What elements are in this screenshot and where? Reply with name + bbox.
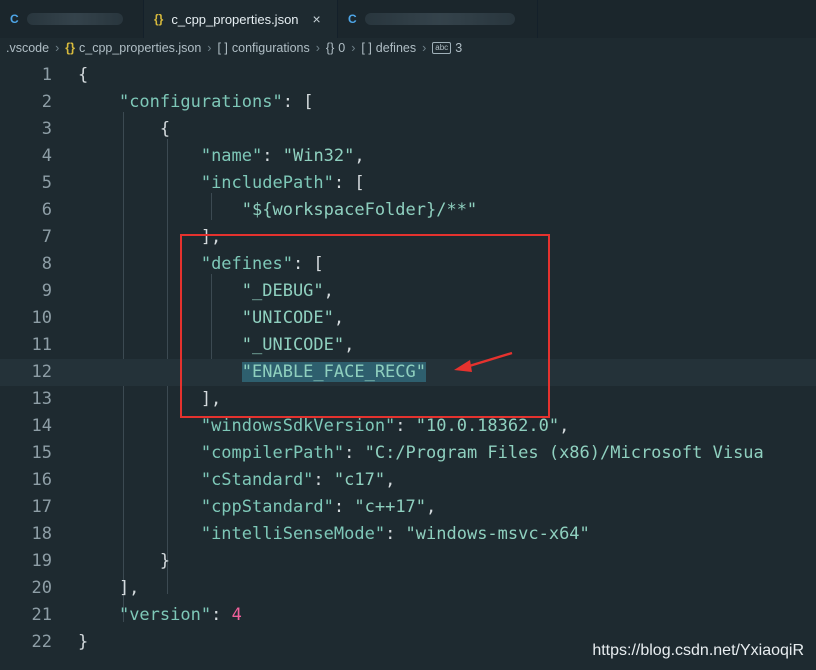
close-icon[interactable]: × xyxy=(313,11,321,27)
c-file-icon: C xyxy=(10,12,19,26)
code-line[interactable]: 15 "compilerPath": "C:/Program Files (x8… xyxy=(0,440,816,467)
tab-blurred-2[interactable]: C xyxy=(338,0,538,38)
line-number: 19 xyxy=(31,551,52,571)
code-text[interactable]: "version": 4 xyxy=(78,602,242,629)
line-number: 15 xyxy=(31,443,52,463)
line-number: 14 xyxy=(31,416,52,436)
code-text[interactable]: } xyxy=(78,548,170,575)
c-file-icon: C xyxy=(348,12,357,26)
code-line[interactable]: 3 { xyxy=(0,116,816,143)
breadcrumb-item-configurations[interactable]: configurations xyxy=(232,41,310,55)
tab-label: c_cpp_properties.json xyxy=(171,11,299,27)
watermark: https://blog.csdn.net/YxiaoqiR xyxy=(592,642,804,659)
line-number: 3 xyxy=(41,119,52,139)
line-number: 8 xyxy=(41,254,52,274)
annotation-box xyxy=(180,234,550,418)
code-line[interactable]: 17 "cppStandard": "c++17", xyxy=(0,494,816,521)
code-line[interactable]: 19 } xyxy=(0,548,816,575)
code-text[interactable]: { xyxy=(78,62,88,89)
line-number: 5 xyxy=(41,173,52,193)
code-line[interactable]: 16 "cStandard": "c17", xyxy=(0,467,816,494)
line-number: 9 xyxy=(41,281,52,301)
tab-c-cpp-properties[interactable]: {} c_cpp_properties.json × xyxy=(144,0,338,38)
code-line[interactable]: 2 "configurations": [ xyxy=(0,89,816,116)
code-text[interactable]: "cppStandard": "c++17", xyxy=(78,494,436,521)
code-text[interactable]: "compilerPath": "C:/Program Files (x86)/… xyxy=(78,440,764,467)
string-icon: abc xyxy=(432,42,452,54)
code-text[interactable]: } xyxy=(78,629,88,656)
line-number: 20 xyxy=(31,578,52,598)
code-text[interactable]: "name": "Win32", xyxy=(78,143,365,170)
line-number: 6 xyxy=(41,200,52,220)
tab-bar: C {} c_cpp_properties.json × C xyxy=(0,0,816,38)
object-icon: {} xyxy=(325,41,335,55)
code-text[interactable]: "cStandard": "c17", xyxy=(78,467,396,494)
code-line[interactable]: 20 ], xyxy=(0,575,816,602)
line-number: 4 xyxy=(41,146,52,166)
code-line[interactable]: 18 "intelliSenseMode": "windows-msvc-x64… xyxy=(0,521,816,548)
tab-label-blurred xyxy=(26,13,123,25)
breadcrumb-item-index[interactable]: 0 xyxy=(338,41,345,55)
code-text[interactable]: "intelliSenseMode": "windows-msvc-x64" xyxy=(78,521,590,548)
chevron-right-icon: › xyxy=(422,41,427,55)
code-text[interactable]: ], xyxy=(78,575,139,602)
chevron-right-icon: › xyxy=(207,41,212,55)
line-number: 10 xyxy=(31,308,52,328)
line-number: 2 xyxy=(41,92,52,112)
code-line[interactable]: 5 "includePath": [ xyxy=(0,170,816,197)
line-number: 1 xyxy=(41,65,52,85)
breadcrumb-item-defines[interactable]: defines xyxy=(376,41,416,55)
breadcrumb-item-file[interactable]: c_cpp_properties.json xyxy=(79,41,201,55)
line-number: 13 xyxy=(31,389,52,409)
line-number: 21 xyxy=(31,605,52,625)
array-icon: [ ] xyxy=(217,41,228,55)
chevron-right-icon: › xyxy=(55,41,60,55)
tab-label-blurred xyxy=(364,13,515,25)
annotation-arrow-icon xyxy=(454,351,513,372)
line-number: 11 xyxy=(31,335,52,355)
array-icon: [ ] xyxy=(361,41,372,55)
breadcrumb: .vscode › {} c_cpp_properties.json › [ ]… xyxy=(0,38,816,58)
line-number: 7 xyxy=(41,227,52,247)
breadcrumb-item-vscode[interactable]: .vscode xyxy=(6,41,49,55)
json-icon: {} xyxy=(65,41,75,55)
line-number: 16 xyxy=(31,470,52,490)
line-number: 22 xyxy=(31,632,52,652)
json-icon: {} xyxy=(154,12,164,26)
code-line[interactable]: 21 "version": 4 xyxy=(0,602,816,629)
code-line[interactable]: 6 "${workspaceFolder}/**" xyxy=(0,197,816,224)
tab-blurred-1[interactable]: C xyxy=(0,0,144,38)
line-number: 12 xyxy=(31,362,52,382)
code-line[interactable]: 1{ xyxy=(0,62,816,89)
code-text[interactable]: "configurations": [ xyxy=(78,89,313,116)
chevron-right-icon: › xyxy=(315,41,320,55)
line-number: 17 xyxy=(31,497,52,517)
code-text[interactable]: "${workspaceFolder}/**" xyxy=(78,197,477,224)
code-line[interactable]: 4 "name": "Win32", xyxy=(0,143,816,170)
line-number: 18 xyxy=(31,524,52,544)
code-text[interactable]: { xyxy=(78,116,170,143)
chevron-right-icon: › xyxy=(351,41,356,55)
breadcrumb-item-string[interactable]: 3 xyxy=(455,41,462,55)
code-text[interactable]: "includePath": [ xyxy=(78,170,365,197)
